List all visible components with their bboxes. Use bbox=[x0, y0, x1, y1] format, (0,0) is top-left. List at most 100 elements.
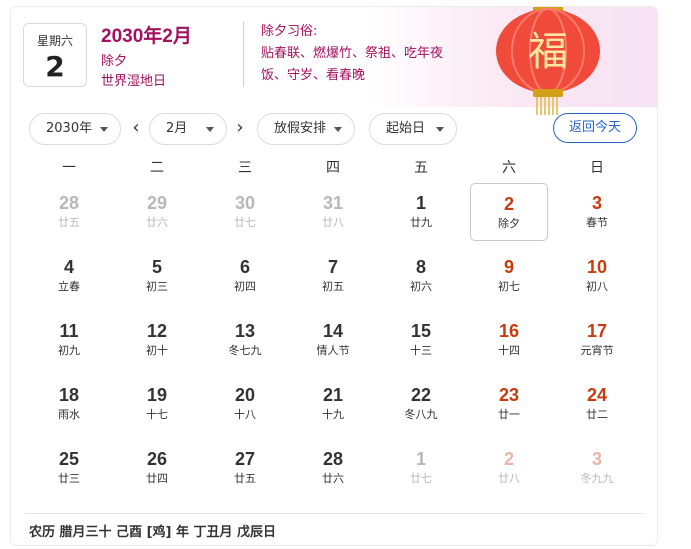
selected-date-box: 星期六 2 bbox=[23, 23, 87, 87]
lunar-label: 廿四 bbox=[146, 472, 168, 485]
lunar-label: 十三 bbox=[410, 344, 432, 357]
day-cell[interactable]: 7 初五 bbox=[294, 247, 372, 305]
day-cell[interactable]: 23 廿一 bbox=[470, 375, 548, 433]
day-number: 15 bbox=[410, 321, 432, 341]
day-number: 17 bbox=[586, 321, 608, 341]
day-cell[interactable]: 26 廿四 bbox=[118, 439, 196, 497]
day-number: 3 bbox=[591, 193, 602, 213]
day-cell[interactable]: 13 冬七九 bbox=[206, 311, 284, 369]
day-cell[interactable]: 31 廿八 bbox=[294, 183, 372, 241]
day-cell[interactable]: 27 廿五 bbox=[206, 439, 284, 497]
lunar-label: 初四 bbox=[234, 280, 256, 293]
chevron-down-icon bbox=[334, 127, 342, 132]
day-number: 8 bbox=[415, 257, 426, 277]
prev-month-icon[interactable]: ‹ bbox=[129, 119, 143, 139]
day-number: 1 bbox=[415, 449, 426, 469]
lunar-label: 元宵节 bbox=[580, 344, 614, 357]
lunar-label: 初六 bbox=[410, 280, 432, 293]
header-divider bbox=[243, 21, 244, 87]
start-day-select-value: 起始日 bbox=[386, 121, 426, 136]
year-month-title: 2030年2月 bbox=[101, 26, 192, 47]
lunar-label: 廿三 bbox=[58, 472, 80, 485]
day-cell[interactable]: 28 廿五 bbox=[30, 183, 108, 241]
day-cell[interactable]: 18 雨水 bbox=[30, 375, 108, 433]
weekday-label: 日 bbox=[590, 160, 604, 176]
day-cell[interactable]: 15 十三 bbox=[382, 311, 460, 369]
day-cell[interactable]: 2 廿八 bbox=[470, 439, 548, 497]
day-number: 1 bbox=[415, 193, 426, 213]
day-number: 2 bbox=[503, 449, 514, 469]
day-cell[interactable]: 1 廿七 bbox=[382, 439, 460, 497]
day-cell[interactable]: 22 冬八九 bbox=[382, 375, 460, 433]
lantern-character: 福 bbox=[528, 29, 568, 75]
day-cell[interactable]: 5 初三 bbox=[118, 247, 196, 305]
footer-divider bbox=[25, 513, 645, 514]
weekday-label: 三 bbox=[238, 160, 252, 176]
day-number: 10 bbox=[586, 257, 608, 277]
day-cell[interactable]: 30 廿七 bbox=[206, 183, 284, 241]
day-cell[interactable]: 28 廿六 bbox=[294, 439, 372, 497]
day-cell[interactable]: 19 十七 bbox=[118, 375, 196, 433]
day-number: 26 bbox=[146, 449, 168, 469]
day-number: 12 bbox=[146, 321, 168, 341]
lunar-label: 廿八 bbox=[498, 472, 520, 485]
day-number: 29 bbox=[146, 193, 168, 213]
day-number: 19 bbox=[146, 385, 168, 405]
day-number: 28 bbox=[58, 193, 80, 213]
day-cell[interactable]: 14 情人节 bbox=[294, 311, 372, 369]
day-cell[interactable]: 9 初七 bbox=[470, 247, 548, 305]
day-number: 5 bbox=[151, 257, 162, 277]
day-cell[interactable]: 25 廿三 bbox=[30, 439, 108, 497]
day-cell[interactable]: 20 十八 bbox=[206, 375, 284, 433]
day-cell[interactable]: 16 十四 bbox=[470, 311, 548, 369]
lunar-label: 除夕 bbox=[498, 217, 520, 230]
day-number: 2 bbox=[503, 194, 514, 214]
day-cell[interactable]: 3 春节 bbox=[558, 183, 636, 241]
month-select[interactable]: 2月 bbox=[149, 113, 227, 145]
day-number: 30 bbox=[234, 193, 256, 213]
lunar-label: 初八 bbox=[586, 280, 608, 293]
day-cell-selected[interactable]: 2 除夕 bbox=[470, 183, 548, 241]
selected-weekday: 星期六 bbox=[36, 34, 73, 48]
day-cell[interactable]: 1 廿九 bbox=[382, 183, 460, 241]
day-cell[interactable]: 3 冬九九 bbox=[558, 439, 636, 497]
holiday-select-value: 放假安排 bbox=[274, 121, 327, 136]
start-day-select[interactable]: 起始日 bbox=[369, 113, 457, 145]
lunar-label: 初九 bbox=[58, 344, 80, 357]
lunar-label: 廿六 bbox=[322, 472, 344, 485]
day-number: 7 bbox=[327, 257, 338, 277]
day-number: 9 bbox=[503, 257, 514, 277]
day-cell[interactable]: 6 初四 bbox=[206, 247, 284, 305]
lunar-label: 初五 bbox=[322, 280, 344, 293]
day-cell[interactable]: 12 初十 bbox=[118, 311, 196, 369]
day-cell[interactable]: 29 廿六 bbox=[118, 183, 196, 241]
day-cell[interactable]: 8 初六 bbox=[382, 247, 460, 305]
weekday-label: 六 bbox=[502, 160, 516, 176]
day-number: 11 bbox=[59, 321, 79, 341]
day-number: 22 bbox=[410, 385, 432, 405]
day-cell[interactable]: 24 廿二 bbox=[558, 375, 636, 433]
day-cell[interactable]: 4 立春 bbox=[30, 247, 108, 305]
day-number: 25 bbox=[58, 449, 80, 469]
holiday-select[interactable]: 放假安排 bbox=[257, 113, 355, 145]
lunar-label: 廿五 bbox=[58, 216, 80, 229]
lunar-info-footer: 农历 腊月三十 己酉 [鸡] 年 丁丑月 戊辰日 bbox=[29, 525, 277, 540]
day-cell[interactable]: 21 十九 bbox=[294, 375, 372, 433]
day-number: 3 bbox=[591, 449, 602, 469]
customs-line-2: 饭、守岁、看春晚 bbox=[261, 68, 366, 83]
weekday-label: 一 bbox=[62, 160, 76, 176]
day-cell[interactable]: 11 初九 bbox=[30, 311, 108, 369]
lunar-label: 初七 bbox=[498, 280, 520, 293]
year-select[interactable]: 2030年 bbox=[29, 113, 121, 145]
back-to-today-button[interactable]: 返回今天 bbox=[553, 113, 637, 143]
day-cell[interactable]: 17 元宵节 bbox=[558, 311, 636, 369]
lunar-label: 十四 bbox=[498, 344, 520, 357]
day-number: 31 bbox=[322, 193, 344, 213]
next-month-icon[interactable]: › bbox=[233, 119, 247, 139]
lunar-label: 廿九 bbox=[410, 216, 432, 229]
lunar-label: 十八 bbox=[234, 408, 256, 421]
day-cell[interactable]: 10 初八 bbox=[558, 247, 636, 305]
day-number: 4 bbox=[63, 257, 74, 277]
lantern-icon: 福 bbox=[496, 7, 600, 115]
lunar-label: 十七 bbox=[146, 408, 168, 421]
